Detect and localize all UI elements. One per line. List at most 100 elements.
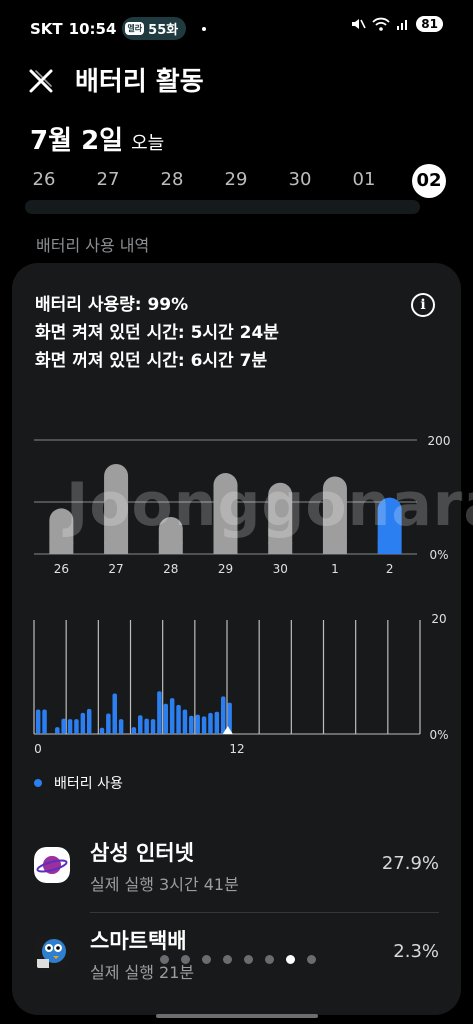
- app-row-samsung-internet[interactable]: 삼성 인터넷 실제 실행 3시간 41분 27.9%: [12, 825, 461, 913]
- app-detail: 실제 실행 3시간 41분: [90, 875, 239, 894]
- samsung-internet-icon: [34, 847, 70, 883]
- battery-usage-card: 배터리 사용량: 99% 화면 켜져 있던 시간: 5시간 24분 화면 꺼져 …: [12, 263, 461, 1015]
- day-28[interactable]: 28: [152, 169, 192, 190]
- day-02-selected[interactable]: 02: [412, 164, 446, 198]
- daily-bar-base: [104, 542, 129, 554]
- daily-bar-base: [268, 542, 293, 554]
- daily-bar: [213, 473, 238, 554]
- page-dot: [181, 955, 190, 964]
- hourly-bar: [131, 727, 137, 734]
- hourly-bar: [35, 709, 41, 734]
- day-27[interactable]: 27: [88, 169, 128, 190]
- app-name: 삼성 인터넷: [90, 841, 194, 865]
- hourly-bar: [106, 713, 111, 734]
- legend-dot-icon: [34, 779, 42, 787]
- navigation-handle[interactable]: [156, 1014, 318, 1018]
- app-percent: 27.9%: [381, 853, 439, 874]
- title-row: 배터리 활동: [0, 56, 473, 106]
- hourly-bar: [80, 712, 86, 734]
- hourly-bar: [176, 704, 181, 734]
- daily-x-tick: 27: [108, 562, 123, 576]
- daily-bar-base: [49, 542, 74, 554]
- status-bar: SKT 10:54 멜라 55화 81: [0, 0, 473, 56]
- hourly-bar: [201, 716, 207, 734]
- section-label: 배터리 사용 내역: [36, 236, 150, 255]
- carrier-label: SKT: [30, 19, 63, 38]
- daily-bar-base: [213, 542, 238, 554]
- smart-delivery-icon: [34, 935, 70, 971]
- hourly-x-tick: 12: [229, 742, 244, 756]
- daily-x-tick: 30: [273, 562, 288, 576]
- hourly-bar: [220, 696, 226, 734]
- hourly-bar: [189, 715, 194, 734]
- hourly-y-tick-bottom: 0%: [429, 728, 448, 742]
- hourly-bar: [163, 703, 169, 734]
- daily-x-tick: 26: [54, 562, 69, 576]
- page-dot: [307, 955, 316, 964]
- page-dot: [244, 955, 253, 964]
- hourly-bar: [195, 714, 200, 734]
- hourly-bar: [144, 718, 149, 734]
- more-notifications-icon: [202, 26, 207, 31]
- hourly-bar: [61, 718, 66, 734]
- hourly-y-tick-top: 20: [431, 612, 446, 626]
- day-29[interactable]: 29: [216, 169, 256, 190]
- hourly-bar: [112, 693, 117, 734]
- daily-bar-base: [322, 542, 347, 554]
- hourly-bar: [157, 691, 162, 734]
- day-selector-shadow: [25, 200, 420, 214]
- page-dot: [202, 955, 211, 964]
- daily-x-tick: 28: [163, 562, 178, 576]
- hourly-bar: [182, 709, 188, 734]
- hourly-bar: [169, 698, 175, 734]
- hourly-bar: [208, 712, 213, 734]
- daily-x-tick: 1: [331, 562, 339, 576]
- date-heading: 7월 2일 오늘: [30, 120, 164, 157]
- page-dot: [265, 955, 274, 964]
- page-title: 배터리 활동: [75, 67, 204, 97]
- hourly-bar: [118, 719, 124, 734]
- page-dot: [223, 955, 232, 964]
- day-selector: 26 27 28 29 30 01 02: [0, 162, 473, 202]
- hourly-bar: [138, 715, 143, 734]
- daily-x-tick: 29: [218, 562, 233, 576]
- app-name: 스마트택배: [90, 929, 187, 953]
- daily-bar-base: [377, 542, 402, 554]
- close-icon[interactable]: [24, 64, 58, 98]
- hourly-bar: [67, 719, 73, 734]
- hourly-bar: [99, 727, 105, 734]
- hourly-bar: [86, 708, 92, 734]
- status-left: SKT 10:54 멜라 55화: [30, 17, 207, 40]
- day-01[interactable]: 01: [344, 169, 384, 190]
- app-percent: 2.3%: [393, 941, 439, 962]
- hourly-bar: [214, 711, 220, 734]
- daily-x-tick: 2: [386, 562, 394, 576]
- date-sub: 오늘: [131, 133, 165, 154]
- page-dot: [160, 955, 169, 964]
- date-main: 7월 2일: [30, 126, 124, 156]
- daily-y-tick-top: 200: [428, 434, 451, 448]
- hourly-bar: [42, 709, 47, 734]
- wifi-icon: [372, 17, 390, 31]
- day-30[interactable]: 30: [280, 169, 320, 190]
- hourly-bar: [74, 719, 79, 734]
- page-indicator: [160, 955, 316, 964]
- notification-app-icon: 멜라: [125, 22, 145, 35]
- hourly-bar: [55, 727, 60, 734]
- chart-legend: 배터리 사용: [34, 773, 123, 793]
- hourly-x-tick: 0: [34, 742, 42, 756]
- daily-bar-base: [158, 542, 183, 554]
- page-dot: [286, 955, 295, 964]
- day-26[interactable]: 26: [24, 169, 64, 190]
- signal-icon: [397, 20, 408, 30]
- clock: 10:54: [68, 19, 117, 38]
- legend-label: 배터리 사용: [54, 776, 123, 792]
- daily-y-tick-bottom: 0%: [429, 548, 448, 562]
- notification-pill[interactable]: 멜라 55화: [122, 17, 187, 40]
- status-right: 81: [350, 16, 443, 32]
- notification-text: 55화: [148, 23, 179, 38]
- battery-level: 81: [416, 16, 443, 32]
- daily-bar: [104, 463, 129, 554]
- hourly-bar: [150, 719, 156, 734]
- mute-icon: [352, 19, 367, 29]
